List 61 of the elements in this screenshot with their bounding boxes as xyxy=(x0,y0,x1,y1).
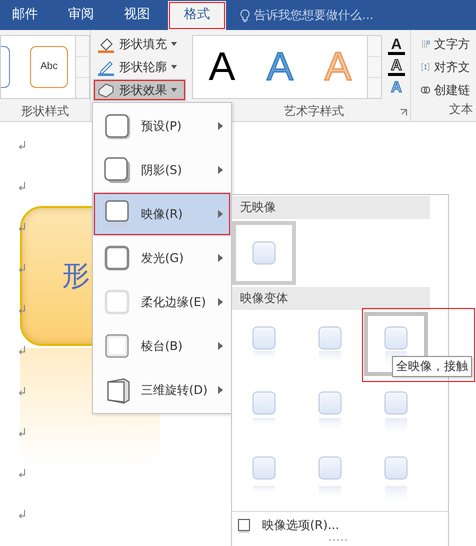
glow-effect-icon xyxy=(103,244,131,272)
submenu-arrow-icon xyxy=(218,254,223,262)
group-label: 文本 xyxy=(448,101,474,118)
ribbon-command[interactable]: 形状效果 xyxy=(93,79,186,101)
menu-item[interactable]: 映像选项(R)... xyxy=(262,517,340,534)
ribbon-command[interactable]: 形状轮廓 xyxy=(93,56,186,78)
shape-text: 形 xyxy=(62,258,90,294)
dropdown-caret-icon xyxy=(171,42,177,46)
gallery-scrollbar[interactable] xyxy=(76,34,90,98)
paragraph-mark-icon xyxy=(18,509,26,520)
ribbon-command[interactable]: 对齐文 xyxy=(417,56,474,78)
dropdown-caret-icon xyxy=(171,88,177,92)
ribbon-tab[interactable]: 视图 xyxy=(112,1,162,30)
bevel-effect-icon xyxy=(103,332,131,360)
paragraph-mark-icon xyxy=(18,427,26,438)
submenu-arrow-icon xyxy=(218,210,223,218)
shape-style-sample[interactable] xyxy=(1,46,10,88)
paragraph-mark-icon xyxy=(18,222,26,233)
wordart-style-sample[interactable]: A xyxy=(208,46,236,86)
ribbon-command[interactable]: 创建链 xyxy=(417,79,474,101)
group-label: 形状样式 xyxy=(20,103,70,120)
menu-item[interactable]: 阴影(S) xyxy=(93,148,231,192)
group-label: 艺术字样式 xyxy=(283,103,345,120)
paragraph-mark-icon xyxy=(18,386,26,397)
ribbon-command[interactable]: 形状填充 xyxy=(93,33,186,55)
paragraph-mark-icon xyxy=(18,304,26,315)
tell-me-field[interactable]: 告诉我您想要做什么... xyxy=(254,7,374,24)
dialog-launcher-icon[interactable] xyxy=(400,108,407,116)
menu-item[interactable]: 映像(R) xyxy=(93,192,231,236)
submenu-arrow-icon xyxy=(218,342,223,350)
submenu-arrow-icon xyxy=(218,122,223,130)
submenu-arrow-icon xyxy=(218,298,223,306)
paragraph-mark-icon xyxy=(18,468,26,479)
options-icon xyxy=(238,518,250,532)
lightbulb-icon xyxy=(240,8,250,22)
submenu-arrow-icon xyxy=(218,166,223,174)
paragraph-mark-icon xyxy=(18,345,26,356)
shadow-effect-icon xyxy=(103,156,131,184)
menu-item[interactable]: 预设(P) xyxy=(93,104,231,148)
effects-icon xyxy=(97,81,115,99)
submenu-arrow-icon xyxy=(218,386,223,394)
reflection-effect-icon xyxy=(103,200,131,228)
preset-effect-icon xyxy=(103,112,131,140)
paragraph-mark-icon xyxy=(18,181,26,192)
shape-style-sample[interactable]: Abc xyxy=(30,46,68,88)
ribbon-tab[interactable]: 格式 xyxy=(168,1,226,30)
menu-item[interactable]: 三维旋转(D) xyxy=(93,368,231,412)
dropdown-caret-icon xyxy=(171,65,177,69)
resize-grip-icon[interactable] xyxy=(328,538,350,542)
reflection-preview-icon xyxy=(252,241,276,265)
section-header: 映像变体 xyxy=(232,287,430,310)
gallery-scrollbar[interactable] xyxy=(368,34,382,98)
section-header: 无映像 xyxy=(232,196,430,219)
tooltip: 全映像，接触 xyxy=(392,356,472,377)
paragraph-mark-icon xyxy=(18,140,26,151)
ribbon-tab[interactable]: 审阅 xyxy=(56,1,106,30)
ribbon-command[interactable]: 文字方 xyxy=(417,33,474,55)
ribbon-tab[interactable]: 邮件 xyxy=(0,1,50,30)
text-fill-button[interactable]: A xyxy=(388,36,405,54)
soft-effect-icon xyxy=(103,288,131,316)
paragraph-mark-icon xyxy=(18,263,26,274)
